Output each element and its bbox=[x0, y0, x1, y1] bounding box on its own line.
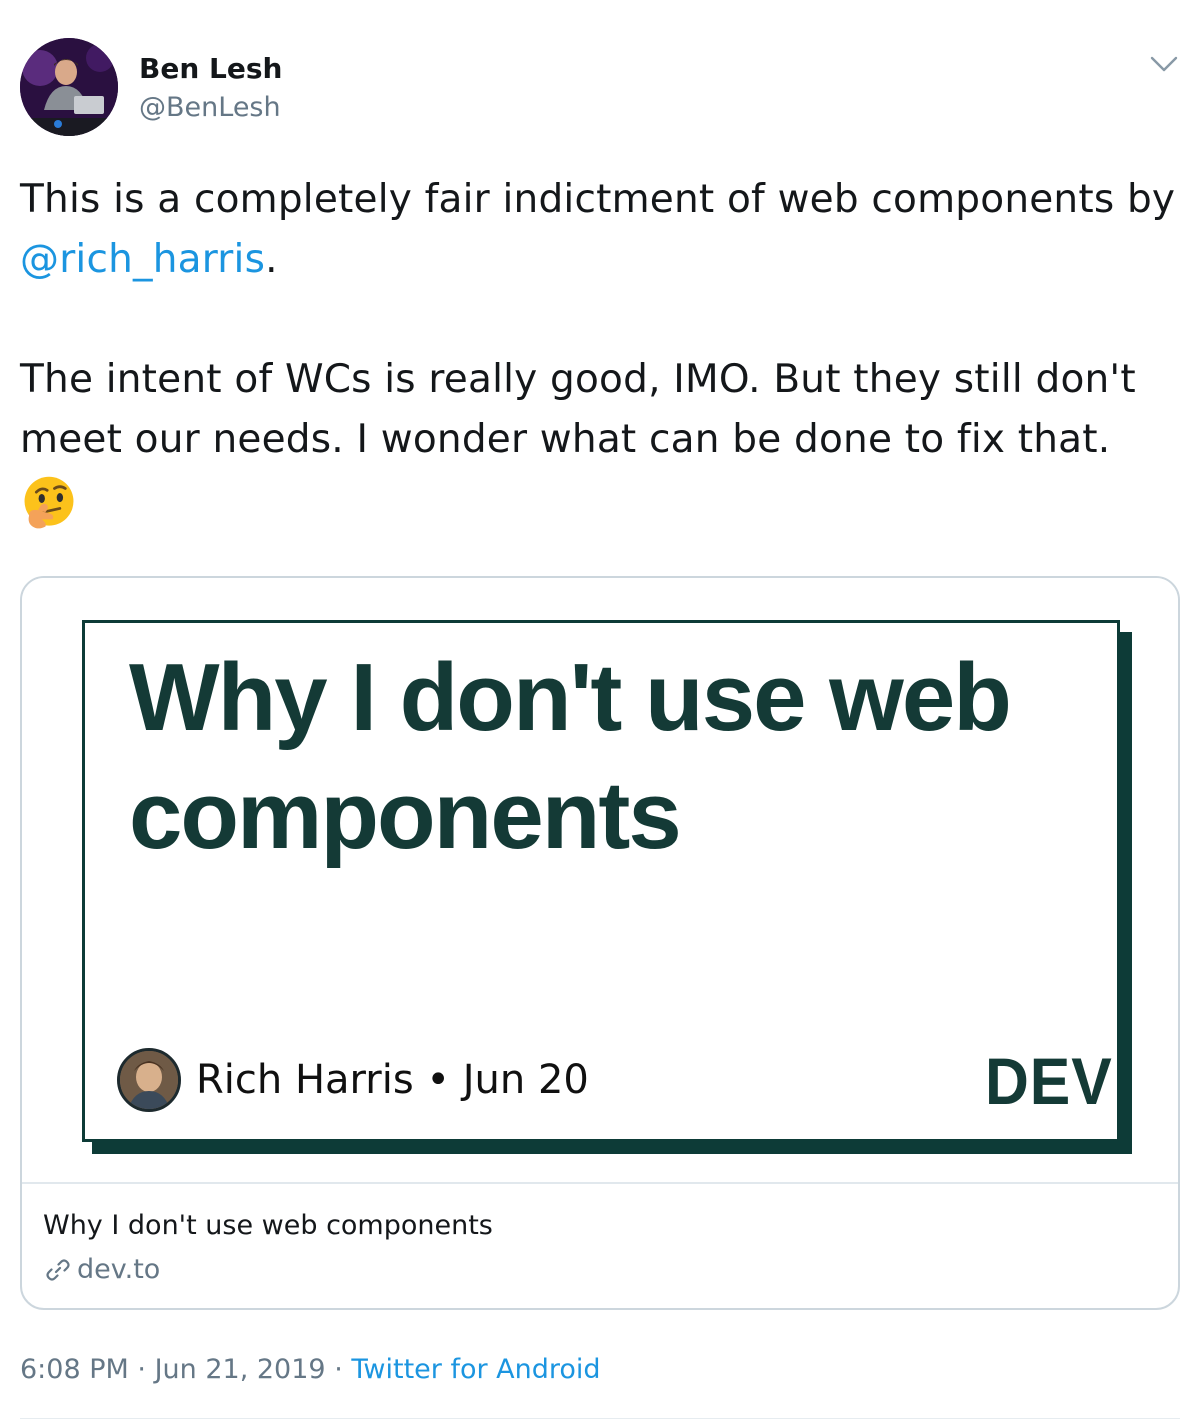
link-icon bbox=[43, 1255, 73, 1285]
card-domain-row[interactable]: dev.to bbox=[43, 1252, 160, 1288]
dev-card-frame: Why I don't use web components Rich Harr… bbox=[82, 620, 1120, 1142]
author-photo bbox=[20, 38, 118, 136]
author-handle[interactable]: @BenLesh bbox=[139, 91, 281, 125]
meta-separator-2: · bbox=[334, 1354, 343, 1385]
card-image-date: Jun 20 bbox=[462, 1057, 589, 1103]
author-name[interactable]: Ben Lesh bbox=[139, 52, 282, 86]
card-title[interactable]: Why I don't use web components bbox=[43, 1208, 493, 1244]
tweet-date[interactable]: Jun 21, 2019 bbox=[155, 1354, 326, 1385]
author-avatar[interactable] bbox=[20, 38, 118, 136]
tweet-text-period: . bbox=[265, 237, 278, 282]
tweet-text-line2: The intent of WCs is really good, IMO. B… bbox=[20, 357, 1136, 462]
tweet-text-line1: This is a completely fair indictment of … bbox=[20, 177, 1176, 222]
thinking-face-emoji bbox=[20, 474, 78, 532]
tweet-time[interactable]: 6:08 PM bbox=[20, 1354, 129, 1385]
card-image-headline: Why I don't use web components bbox=[129, 644, 1012, 869]
card-image[interactable]: Why I don't use web components Rich Harr… bbox=[22, 578, 1178, 1184]
tweet: Ben Lesh @BenLesh This is a completely f… bbox=[0, 0, 1200, 1426]
tweet-paragraph-1: This is a completely fair indictment of … bbox=[20, 170, 1185, 290]
tweet-text: This is a completely fair indictment of … bbox=[20, 170, 1185, 532]
card-image-separator: • bbox=[426, 1057, 451, 1103]
mention-link[interactable]: @rich_harris bbox=[20, 237, 265, 282]
tweet-meta: 6:08 PM · Jun 21, 2019 · Twitter for And… bbox=[20, 1352, 601, 1388]
card-domain: dev.to bbox=[77, 1254, 161, 1285]
card-image-author: Rich Harris bbox=[196, 1057, 414, 1103]
link-card[interactable]: Why I don't use web components Rich Harr… bbox=[20, 576, 1180, 1310]
card-author-avatar bbox=[117, 1048, 181, 1112]
card-image-byline: Rich Harris • Jun 20 bbox=[196, 1055, 589, 1105]
tweet-source-link[interactable]: Twitter for Android bbox=[351, 1354, 600, 1385]
divider bbox=[20, 1418, 1180, 1419]
dev-logo: DEV bbox=[985, 1044, 1113, 1118]
tweet-paragraph-2: The intent of WCs is really good, IMO. B… bbox=[20, 350, 1185, 470]
chevron-down-icon[interactable] bbox=[1148, 50, 1180, 78]
meta-separator: · bbox=[137, 1354, 146, 1385]
